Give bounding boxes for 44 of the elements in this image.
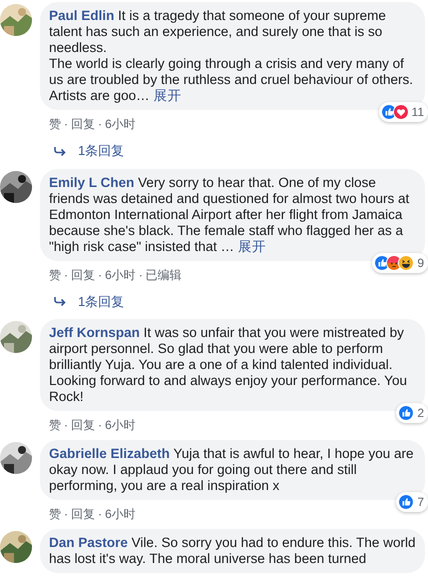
reaction-count: 2 [417, 405, 424, 422]
comment-action-link[interactable]: 6小时 [105, 115, 136, 133]
separator-dot: · [97, 417, 103, 434]
separator-dot: · [97, 506, 103, 523]
reactions-badge[interactable]: 9 [372, 252, 428, 272]
comment-action-link[interactable]: 回复 [71, 416, 95, 434]
author-name-link[interactable]: Emily L Chen [49, 174, 134, 190]
reaction-count: 11 [412, 104, 424, 121]
comment-text: Paul Edlin It is a tragedy that someone of your supreme talent has such an experience, and surely one that is so needless. The world is clearly going through a crisis and very many of us are troubled by the ruthless and cruel behaviour of others. Artists are goo… 展开 [49, 8, 414, 104]
author-name-link[interactable]: Gabrielle Elizabeth [49, 446, 170, 461]
view-replies-link[interactable]: 1条回复 [78, 292, 124, 311]
comment-action-link[interactable]: 回复 [71, 266, 95, 284]
comment-action-link[interactable]: 赞 [49, 115, 61, 133]
comment-action-link[interactable]: 6小时 [105, 266, 136, 284]
separator-dot: · [63, 266, 69, 284]
comment-action-link[interactable]: 已编辑 [146, 266, 182, 284]
reactions-badge[interactable]: 7 [396, 492, 428, 512]
see-more-link[interactable]: 展开 [238, 238, 266, 254]
see-more-link[interactable]: 展开 [153, 88, 182, 103]
reactions-badge[interactable]: 11 [378, 102, 428, 122]
separator-dot: · [97, 266, 103, 284]
comment-text: Emily L Chen Very sorry to hear that. One of my close friends was detained and questioned for almost two hours at Edmonton International Airport after her flight from Jamaica because she's black. The female staff who flagged her as a "high risk case" insisted that … 展开 [49, 174, 410, 254]
comment-action-link[interactable]: 赞 [49, 416, 61, 434]
comment-action-link[interactable]: 赞 [49, 505, 61, 523]
author-name-link[interactable]: Jeff Kornspan [49, 325, 140, 340]
separator-dot: · [63, 506, 69, 523]
author-name-link[interactable]: Paul Edlin [49, 8, 114, 23]
separator-dot: · [138, 266, 144, 284]
comment-text: Gabrielle Elizabeth Yuja that is awful to hear, I hope you are okay now. I applaud you for going out there and still performing, you are a real inspiration x [49, 446, 414, 494]
separator-dot: · [63, 116, 69, 133]
reactions-badge[interactable]: 2 [396, 403, 428, 423]
comment-action-link[interactable]: 6小时 [105, 416, 136, 434]
comment-action-link[interactable]: 赞 [49, 266, 61, 284]
comment-action-link[interactable]: 回复 [71, 115, 95, 133]
comment-action-link[interactable]: 6小时 [105, 505, 136, 523]
comment-action-link[interactable]: 回复 [71, 505, 95, 523]
separator-dot: · [97, 116, 103, 133]
comment-text: Jeff Kornspan It was so unfair that you were mistreated by airport personnel. So glad that you were able to perform brilliantly Yuja. You are a one of a kind talented individual. Looking forward to and always enjoy your performance. You Rock! [49, 325, 408, 405]
reaction-count: 7 [417, 494, 424, 511]
comment-text: Dan Pastore Vile. So sorry you had to endure this. The world has lost it's way. The moral universe has been turned [49, 535, 416, 567]
view-replies-link[interactable]: 1条回复 [78, 141, 124, 160]
reaction-count: 9 [417, 254, 424, 272]
author-name-link[interactable]: Dan Pastore [49, 535, 128, 550]
separator-dot: · [63, 417, 69, 434]
